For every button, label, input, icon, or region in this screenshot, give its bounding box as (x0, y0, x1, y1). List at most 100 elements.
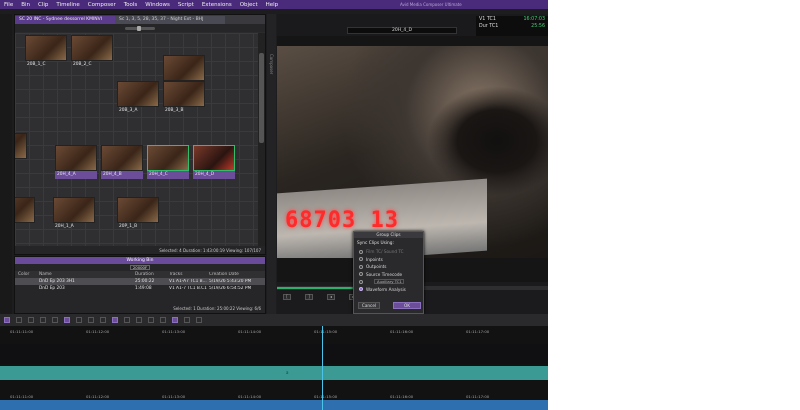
menu-extensions[interactable]: Extensions (198, 2, 236, 8)
working-bin-title[interactable]: Working Bin (15, 257, 265, 264)
clip-name: 20H_4_C (147, 171, 189, 179)
composer-top-bar: 20H_4_D V1 TC1 16:07:03 Dur TC1 25:56 (277, 14, 548, 36)
timeline-tool-icon[interactable] (160, 317, 166, 323)
timeline-tool-icon[interactable] (52, 317, 58, 323)
menu-tools[interactable]: Tools (120, 2, 142, 8)
option-label: Source Timecode (366, 271, 403, 277)
working-bin-toolbar: 20000F (15, 264, 265, 271)
timecode-display[interactable]: V1 TC1 16:07:03 Dur TC1 25:56 (476, 16, 548, 36)
bin-tab-sc20[interactable]: SC 20 INC - Sydnee dessorrel KMINVI (15, 16, 115, 24)
timeline-tool-icon[interactable] (112, 317, 118, 323)
bin-vertical-scrollbar[interactable] (258, 33, 265, 247)
timecode-ruler[interactable]: 01:11:11:00 01:11:12:00 01:11:13:00 01:1… (0, 328, 548, 336)
auxiliary-tc-dropdown[interactable]: Auxiliary TC1 (374, 279, 404, 285)
bin-clip[interactable]: 20B_3_B (163, 81, 205, 115)
menu-clip[interactable]: Clip (34, 2, 52, 8)
clip-name: 20H_4_B (101, 171, 143, 179)
ruler-label: 01:11:11:00 (10, 394, 34, 399)
row-date: 5/19/26 6:54:52 PM (209, 286, 252, 291)
tc-value: 16:07:03 (523, 17, 545, 22)
step-back-icon[interactable]: ◂ (327, 294, 335, 300)
menu-object[interactable]: Object (236, 2, 262, 8)
table-row[interactable]: DnD Ep 203 1:49:08 V1 A1-7 TC1 B.C1 5/19… (15, 285, 265, 292)
radio-icon (359, 249, 363, 254)
option-label: Film TC/ Sound TC (366, 249, 404, 255)
timeline-tool-icon[interactable] (124, 317, 130, 323)
bin-frame-grid[interactable]: 20B_1_C 20B_2_C 20B_3_Ext 20B_3_A 20B_3_… (15, 33, 259, 247)
bin-clip-selected[interactable]: 20H_4_D (193, 145, 235, 179)
clip-thumbnail (15, 133, 27, 159)
col-header-name[interactable]: Name (39, 272, 135, 277)
menu-script[interactable]: Script (174, 2, 198, 8)
playhead[interactable] (322, 326, 323, 410)
bin-tab-sc1[interactable]: Sc 1, 3, 5, 28, 35, 37 - Night Ext - BHJ (115, 16, 225, 24)
timeline-tool-icon[interactable] (100, 317, 106, 323)
working-bin-view-selector[interactable]: 20000F (130, 265, 150, 270)
timeline-track-video[interactable] (0, 344, 548, 364)
col-header-creation-date[interactable]: Creation Date (209, 272, 265, 277)
ruler-label: 01:11:14:00 (238, 329, 262, 334)
timeline-track-audio[interactable] (0, 400, 548, 410)
menubar: File Bin Clip Timeline Composer Tools Wi… (0, 0, 548, 9)
clip-thumbnail (193, 145, 235, 171)
ruler-label: 01:11:11:00 (10, 329, 34, 334)
timeline-tool-icon[interactable] (148, 317, 154, 323)
bin-clip[interactable]: 20H_4_B (101, 145, 143, 179)
mark-in-icon[interactable]: [ (283, 294, 291, 300)
menu-windows[interactable]: Windows (141, 2, 174, 8)
row-tracks: V1 A1-A7 TC1 B... (169, 279, 207, 284)
ruler-label: 01:11:15:00 (314, 329, 338, 334)
col-header-duration[interactable]: Duration (135, 272, 169, 277)
bin-clip[interactable]: 20H_4_A (55, 145, 97, 179)
cancel-button[interactable]: Cancel (358, 302, 380, 309)
timeline-tool-icon[interactable] (172, 317, 178, 323)
bin-clip[interactable]: 20B_1_C (25, 35, 67, 69)
tc-row: V1 TC1 16:07:03 (476, 16, 548, 23)
clip-thumbnail (25, 35, 67, 61)
option-waveform-analysis[interactable]: Waveform Analysis (354, 286, 423, 294)
option-film-tc[interactable]: Film TC/ Sound TC (354, 248, 423, 256)
bin-clip[interactable]: 20H_1_A (53, 197, 95, 231)
menu-composer[interactable]: Composer (84, 2, 120, 8)
option-auxiliary-tc[interactable]: Auxiliary TC1 (354, 278, 423, 286)
bin-clip[interactable]: 20P_1_B (117, 197, 159, 231)
clip-thumbnail (163, 55, 205, 81)
mark-out-icon[interactable]: ] (305, 294, 313, 300)
timeline-tool-icon[interactable] (76, 317, 82, 323)
option-outpoints[interactable]: Outpoints (354, 263, 423, 271)
timeline-tool-icon[interactable] (4, 317, 10, 323)
timeline-track-clip[interactable]: a (0, 366, 548, 380)
timeline-tool-icon[interactable] (136, 317, 142, 323)
working-bin-status: Selected: 1 Duration: 25:00:22 Viewing: … (173, 306, 261, 311)
bin-clip[interactable]: 20B_2_C (71, 35, 113, 69)
timeline-tool-icon[interactable] (196, 317, 202, 323)
row-tracks: V1 A1-7 TC1 B.C1 (169, 286, 207, 291)
bin-clip[interactable]: 20B_3_A (117, 81, 159, 115)
ruler-label: 01:11:12:00 (86, 329, 110, 334)
timeline-tool-icon[interactable] (88, 317, 94, 323)
ok-button[interactable]: OK (393, 302, 421, 309)
menu-bin[interactable]: Bin (17, 2, 34, 8)
menu-help[interactable]: Help (262, 2, 283, 8)
bin-clip-partial[interactable] (15, 197, 35, 231)
timeline-tool-icon[interactable] (16, 317, 22, 323)
timeline-tool-icon[interactable] (184, 317, 190, 323)
col-header-tracks[interactable]: Tracks (169, 272, 209, 277)
video-frame[interactable]: 68703 13 (277, 46, 548, 258)
table-row[interactable]: DnD Ep 203 3H1 25:00:22 V1 A1-A7 TC1 B..… (15, 278, 265, 285)
dialog-subtitle: Sync Clips Using: (357, 241, 394, 246)
timeline-tool-icon[interactable] (28, 317, 34, 323)
timeline-tool-icon[interactable] (40, 317, 46, 323)
tc-label: V1 TC1 (479, 17, 496, 22)
menu-file[interactable]: File (0, 2, 17, 8)
menu-timeline[interactable]: Timeline (52, 2, 83, 8)
bin-clip-selected[interactable]: 20H_4_C (147, 145, 189, 179)
thumbnail-size-slider[interactable] (125, 25, 155, 31)
composer-side-divider[interactable]: Composer (267, 14, 276, 314)
timeline-tool-icon[interactable] (64, 317, 70, 323)
bin-clip-partial[interactable] (15, 133, 27, 167)
col-header-color[interactable]: Color (15, 272, 39, 277)
clip-name-menu[interactable]: 20H_4_D (347, 27, 457, 34)
option-source-timecode[interactable]: Source Timecode (354, 271, 423, 279)
option-inpoints[interactable]: Inpoints (354, 256, 423, 264)
